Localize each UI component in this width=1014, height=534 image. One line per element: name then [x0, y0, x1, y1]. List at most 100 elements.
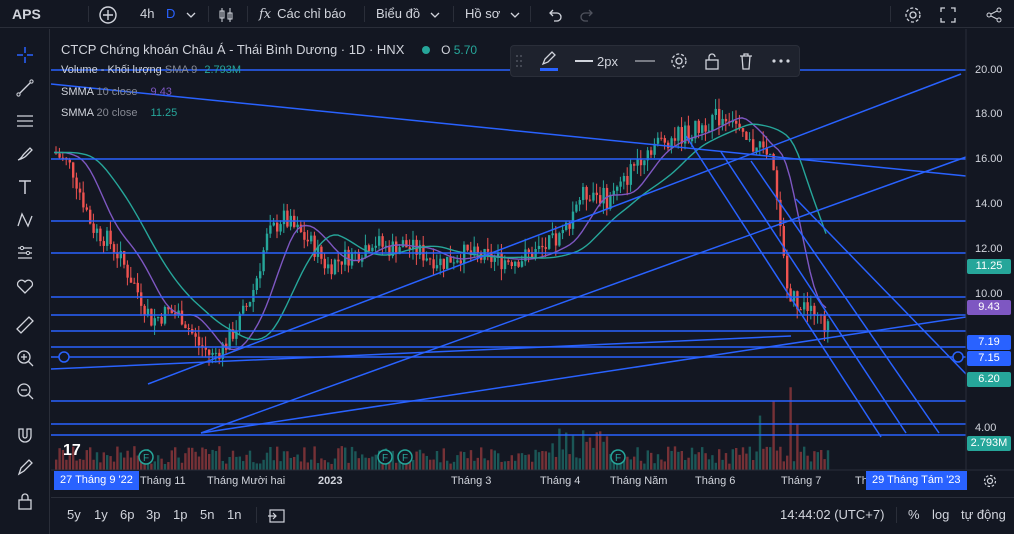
volume-bar	[728, 463, 731, 470]
volume-bar	[660, 459, 663, 470]
range-1p-button[interactable]: 1p	[173, 504, 187, 526]
candle	[75, 177, 78, 189]
candle	[99, 228, 102, 242]
volume-bar	[123, 457, 126, 470]
horizontal-lines-icon[interactable]	[13, 109, 37, 133]
profile-menu-button[interactable]: Hồ sơ	[465, 0, 520, 28]
volume-bar	[337, 448, 340, 470]
volume-bar	[486, 460, 490, 470]
candle	[333, 259, 337, 275]
drawing-price-label: 7.15	[967, 351, 1011, 366]
last-price-label: 6.20	[967, 372, 1011, 387]
range-1y-button[interactable]: 1y	[94, 504, 108, 526]
indicators-button[interactable]: fx Các chỉ báo	[259, 0, 346, 28]
volume-bar	[820, 450, 823, 470]
zoom-out-icon[interactable]	[13, 379, 37, 403]
candle	[660, 137, 663, 139]
volume-bar	[255, 463, 258, 470]
legend-smma10-row[interactable]: SMMA 10 close 9.43	[61, 86, 172, 98]
auto-scale-toggle[interactable]: tự động	[961, 504, 1006, 526]
magnet-icon[interactable]	[13, 423, 37, 447]
trash-icon[interactable]	[737, 46, 755, 76]
trend-line	[720, 151, 907, 434]
more-options-icon[interactable]	[771, 46, 791, 76]
range-5y-button[interactable]: 5y	[67, 504, 81, 526]
volume-bar	[160, 458, 163, 470]
volume-bar	[167, 462, 170, 470]
volume-bar	[157, 455, 160, 470]
chart-canvas[interactable]: F F F F 17	[51, 29, 1014, 493]
line-style-icon[interactable]	[635, 46, 655, 76]
volume-bar	[707, 459, 711, 470]
candle	[136, 282, 139, 293]
volume-bar	[765, 446, 768, 470]
drag-handle-icon[interactable]	[515, 46, 523, 76]
volume-bar	[116, 446, 119, 470]
axis-settings-gear-icon[interactable]	[982, 473, 998, 494]
range-6p-button[interactable]: 6p	[120, 504, 134, 526]
fullscreen-icon[interactable]	[939, 0, 957, 28]
legend-volume-row[interactable]: Volume - Khối lượng SMA 9 2.793M	[61, 64, 241, 76]
volume-bar	[792, 461, 796, 470]
range-3p-button[interactable]: 3p	[146, 504, 160, 526]
clock-timezone[interactable]: 14:44:02 (UTC+7)	[780, 504, 884, 526]
redo-icon[interactable]	[578, 0, 596, 28]
candle	[184, 324, 187, 329]
volume-bar	[364, 457, 367, 470]
volume-bar	[711, 455, 714, 470]
volume-bar	[551, 443, 554, 470]
prediction-icon[interactable]	[13, 241, 37, 265]
chart-menu-button[interactable]: Biểu đồ	[376, 0, 440, 28]
unlock-icon[interactable]	[703, 46, 721, 76]
candle	[327, 264, 330, 269]
candle	[85, 207, 88, 210]
lock-drawings-pen-icon[interactable]	[13, 456, 37, 480]
heart-icon[interactable]	[13, 274, 37, 298]
crosshair-icon[interactable]	[13, 43, 37, 67]
ruler-icon[interactable]	[13, 313, 37, 337]
text-tool-icon[interactable]	[13, 175, 37, 199]
legend-smma20-row[interactable]: SMMA 20 close 11.25	[61, 107, 177, 119]
volume-bar	[514, 460, 517, 470]
settings-gear-icon[interactable]	[903, 0, 923, 28]
candle	[752, 139, 755, 152]
share-icon[interactable]	[984, 0, 1004, 28]
candle	[248, 301, 252, 307]
go-to-date-icon[interactable]	[267, 504, 287, 526]
volume-bar	[201, 447, 204, 470]
volume-bar	[721, 459, 724, 470]
range-1n-button[interactable]: 1n	[227, 504, 241, 526]
volume-bar	[507, 461, 510, 470]
settings-gear-icon[interactable]	[669, 46, 689, 76]
dividend-marker-label: F	[382, 453, 388, 464]
price-chart[interactable]: F F F F 17	[51, 29, 1014, 493]
volume-bar	[786, 455, 789, 470]
pattern-icon[interactable]	[13, 208, 37, 232]
percent-scale-toggle[interactable]: %	[908, 504, 920, 526]
interval-4h-button[interactable]: 4h	[140, 0, 154, 28]
range-5n-button[interactable]: 5n	[200, 504, 214, 526]
brush-icon[interactable]	[13, 142, 37, 166]
trend-line-icon[interactable]	[13, 76, 37, 100]
candle	[245, 305, 248, 307]
symbol-search-button[interactable]: APS	[12, 0, 41, 28]
interval-day-button[interactable]: D	[166, 0, 175, 28]
undo-icon[interactable]	[546, 0, 564, 28]
volume-bar	[537, 452, 541, 470]
volume-bar	[643, 463, 646, 470]
candle	[412, 239, 415, 250]
volume-bar	[714, 462, 717, 470]
zoom-in-icon[interactable]	[13, 346, 37, 370]
line-width-button[interactable]: 2px	[575, 46, 618, 76]
line-color-pencil-icon[interactable]	[539, 46, 559, 76]
volume-bar	[89, 447, 92, 470]
add-symbol-icon[interactable]	[98, 0, 118, 28]
chevron-down-icon[interactable]	[186, 0, 196, 28]
volume-bar	[755, 451, 758, 470]
candle	[694, 120, 697, 139]
candle	[259, 271, 262, 279]
log-scale-toggle[interactable]: log	[932, 504, 949, 526]
lock-icon[interactable]	[13, 489, 37, 513]
candle-style-icon[interactable]	[217, 0, 235, 28]
volume-bars	[55, 387, 830, 470]
